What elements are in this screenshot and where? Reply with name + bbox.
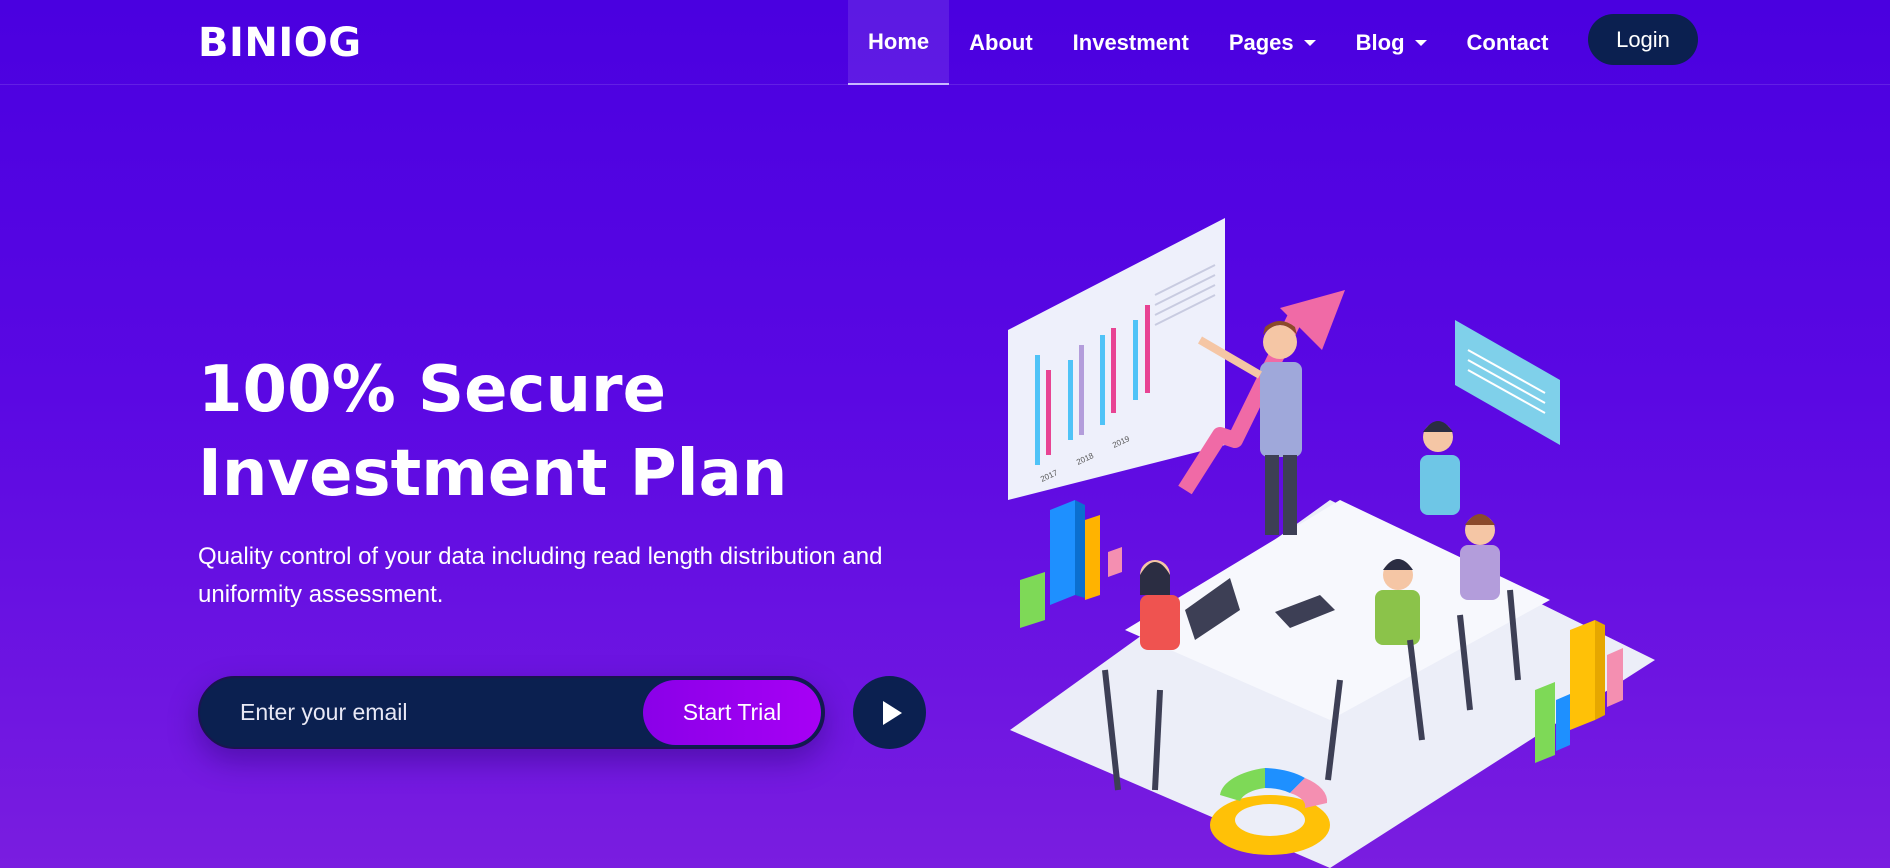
caret-down-icon (1303, 39, 1316, 46)
team-meeting-illustration: 2017 2018 2019 (1008, 218, 1655, 868)
nav-item-label: Contact (1466, 29, 1549, 55)
subscribe-form: Start Trial (198, 676, 825, 749)
navbar: BINIOG Home About Investment Pages Blog … (0, 0, 1890, 85)
left-bar-blocks (1020, 500, 1122, 628)
nav-item-pages[interactable]: Pages (1209, 0, 1336, 85)
nav-item-label: Pages (1228, 29, 1294, 55)
nav-item-home[interactable]: Home (848, 0, 950, 85)
hero-title-line2: Investment Plan (198, 437, 788, 511)
start-trial-button[interactable]: Start Trial (643, 680, 821, 745)
nav-menu: Home About Investment Pages Blog Contact (848, 0, 1568, 85)
nav-item-contact[interactable]: Contact (1447, 0, 1569, 85)
nav-item-label: Blog (1355, 29, 1405, 55)
nav-item-investment[interactable]: Investment (1053, 0, 1209, 85)
login-button[interactable]: Login (1588, 14, 1698, 65)
nav-item-about[interactable]: About (949, 0, 1053, 85)
hero-title-line1: 100% Secure (198, 353, 666, 427)
nav-item-label: Home (868, 28, 930, 54)
caret-down-icon (1414, 39, 1427, 46)
nav-item-label: Investment (1072, 29, 1189, 55)
hero-title: 100% Secure Investment Plan (198, 348, 918, 516)
nav-item-blog[interactable]: Blog (1336, 0, 1447, 85)
logo[interactable]: BINIOG (198, 20, 362, 66)
play-icon (882, 700, 902, 725)
email-input[interactable] (240, 678, 630, 747)
nav-item-label: About (969, 29, 1033, 55)
hero-subtitle: Quality control of your data including r… (198, 543, 883, 608)
play-video-button[interactable] (853, 676, 926, 749)
presentation-board (1008, 218, 1225, 500)
